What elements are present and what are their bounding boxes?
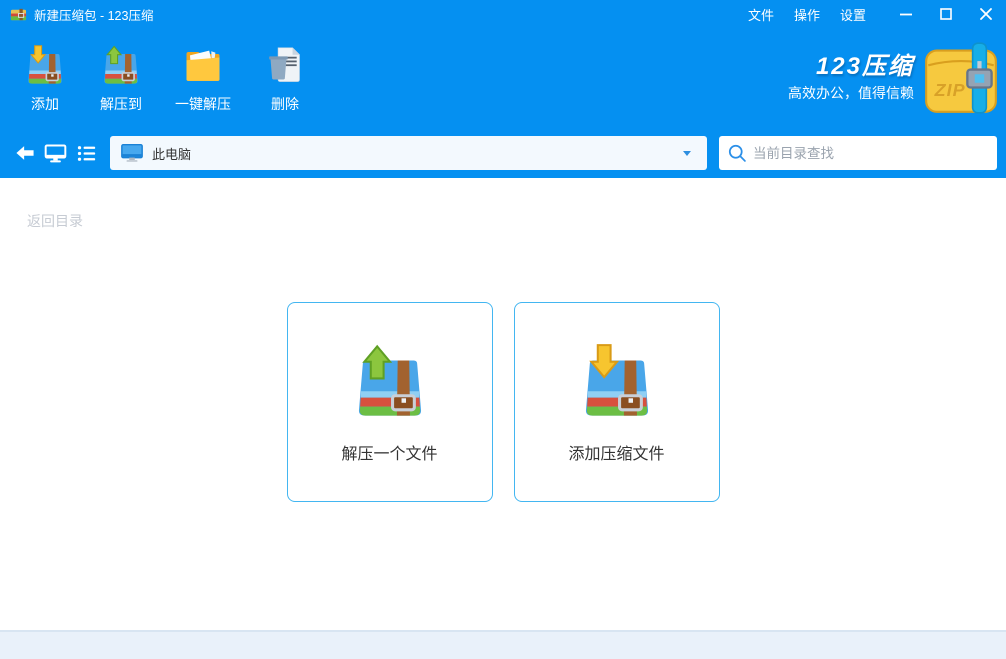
brand-name: 123压缩 <box>788 53 914 81</box>
list-view-button[interactable] <box>71 128 102 178</box>
search-box <box>719 136 997 170</box>
chevron-down-icon[interactable] <box>683 151 691 156</box>
minimize-icon <box>900 8 912 20</box>
minimize-button[interactable] <box>886 0 926 28</box>
menu-actions[interactable]: 操作 <box>794 5 820 24</box>
one-click-extract-button[interactable]: 一键解压 <box>164 38 242 119</box>
delete-icon <box>263 43 307 87</box>
toolbar-buttons: 添加 解压到 一键解压 删除 <box>12 38 318 119</box>
titlebar: 新建压缩包 - 123压缩 文件 操作 设置 <box>0 0 1006 28</box>
menu-settings[interactable]: 设置 <box>840 5 866 24</box>
add-archive-card[interactable]: 添加压缩文件 <box>514 302 720 502</box>
delete-button-label: 删除 <box>271 94 299 114</box>
maximize-button[interactable] <box>926 0 966 28</box>
brand-text: 123压缩 高效办公，值得信赖 <box>788 53 914 104</box>
titlebar-right: 文件 操作 设置 <box>748 0 1006 28</box>
archive-add-icon <box>576 340 658 422</box>
zip-archive-icon <box>922 40 1000 116</box>
add-button[interactable]: 添加 <box>12 38 78 119</box>
add-button-label: 添加 <box>31 94 59 114</box>
action-cards: 解压一个文件 添加压缩文件 <box>0 302 1006 502</box>
add-archive-card-label: 添加压缩文件 <box>568 440 664 464</box>
computer-icon <box>120 141 144 165</box>
app-window: 新建压缩包 - 123压缩 文件 操作 设置 添加 解压 <box>0 0 1006 659</box>
delete-button[interactable]: 删除 <box>252 38 318 119</box>
folder-icon <box>181 43 225 87</box>
search-icon <box>727 143 748 164</box>
window-title: 新建压缩包 - 123压缩 <box>34 5 153 24</box>
back-arrow-icon <box>13 141 37 165</box>
brand-block: 123压缩 高效办公，值得信赖 <box>788 40 1000 116</box>
close-button[interactable] <box>966 0 1006 28</box>
address-bar[interactable]: 此电脑 <box>110 136 707 170</box>
one-click-extract-button-label: 一键解压 <box>175 94 231 114</box>
computer-view-button[interactable] <box>40 128 71 178</box>
extract-to-button-label: 解压到 <box>100 94 142 114</box>
titlebar-left: 新建压缩包 - 123压缩 <box>10 5 153 24</box>
close-icon <box>980 8 992 20</box>
toolbar: 添加 解压到 一键解压 删除 123压缩 高效办公，值得信赖 <box>0 28 1006 128</box>
archive-extract-icon <box>349 340 431 422</box>
monitor-icon <box>43 141 68 166</box>
back-to-directory-link[interactable]: 返回目录 <box>27 211 83 231</box>
extract-file-card-label: 解压一个文件 <box>341 440 437 464</box>
brand-tagline: 高效办公，值得信赖 <box>788 83 914 103</box>
navigation-bar: 此电脑 <box>0 128 1006 178</box>
maximize-icon <box>940 8 952 20</box>
extract-to-button[interactable]: 解压到 <box>88 38 154 119</box>
statusbar <box>0 630 1006 659</box>
archive-add-icon <box>23 43 67 87</box>
search-input[interactable] <box>753 146 989 161</box>
main-content: 返回目录 解压一个文件 添加压缩文件 <box>0 178 1006 630</box>
archive-extract-icon <box>99 43 143 87</box>
app-logo-icon <box>10 6 27 23</box>
extract-file-card[interactable]: 解压一个文件 <box>287 302 493 502</box>
menu-file[interactable]: 文件 <box>748 5 774 24</box>
address-value: 此电脑 <box>152 144 675 163</box>
back-button[interactable] <box>9 128 40 178</box>
list-icon <box>75 142 98 165</box>
